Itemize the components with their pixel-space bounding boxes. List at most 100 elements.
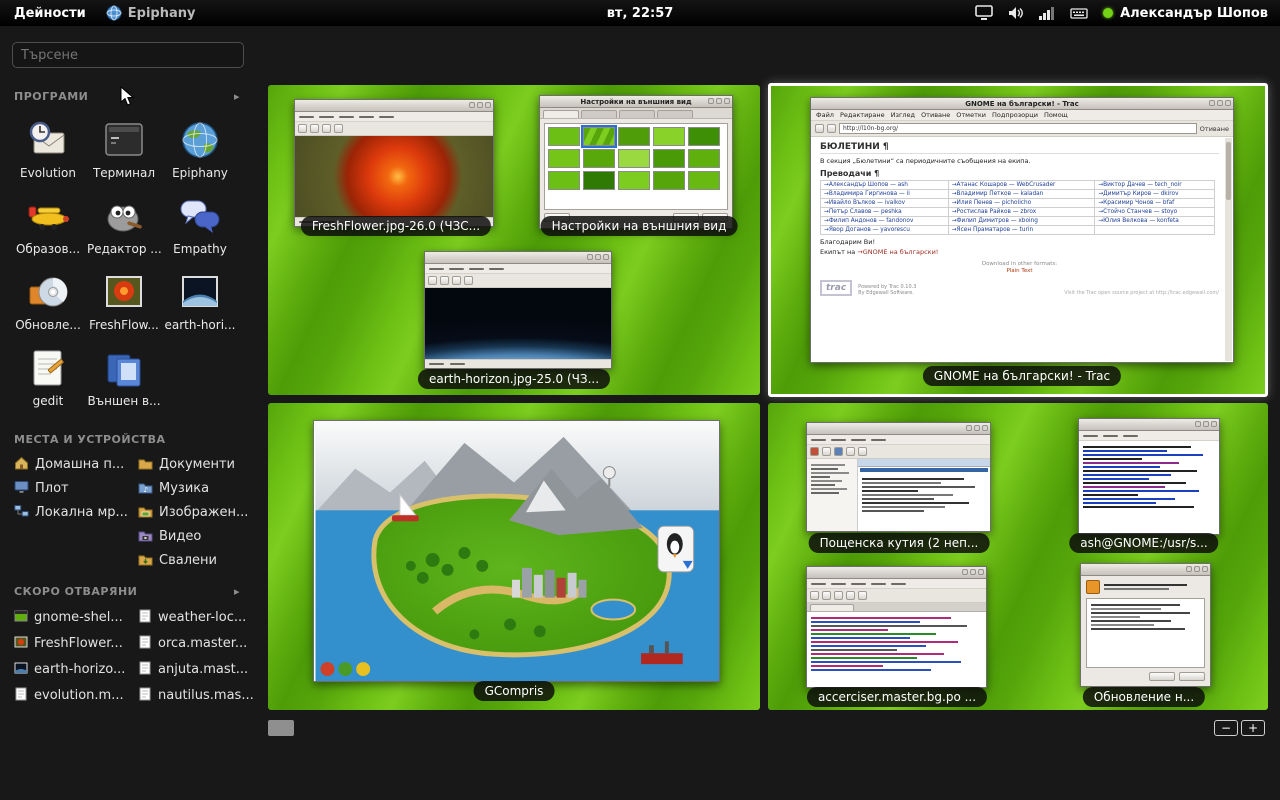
scrollbar[interactable] — [1225, 138, 1232, 361]
team-link[interactable]: →GNOME на български! — [857, 248, 938, 256]
back-button[interactable] — [815, 124, 824, 133]
window-gedit[interactable] — [806, 566, 987, 688]
menu-item[interactable]: Редактиране — [840, 111, 885, 119]
translator-cell[interactable]: →Филип Димитров — xboing — [948, 217, 1095, 226]
recent-item[interactable]: earth-horizo... — [14, 656, 134, 682]
update-package-list[interactable] — [1086, 598, 1205, 668]
go-button[interactable]: Отиване — [1200, 125, 1229, 133]
wallpaper-thumbnail-grid[interactable] — [544, 123, 728, 210]
keyboard-icon[interactable] — [1070, 7, 1088, 20]
workspace-3[interactable]: GCompris — [268, 403, 760, 710]
recent-item[interactable]: evolution.m... — [14, 682, 134, 708]
window-trac-browser[interactable]: GNOME на български! - Trac Файл Редактир… — [810, 97, 1234, 363]
place-home[interactable]: Домашна п... — [14, 452, 134, 476]
translator-cell[interactable]: →Явор Доганов — yavorescu — [821, 226, 949, 235]
window-buttons[interactable] — [708, 98, 730, 104]
address-bar[interactable]: http://l10n-bg.org/ — [839, 123, 1197, 134]
window-terminal[interactable] — [1078, 418, 1220, 535]
toolbar[interactable] — [807, 589, 986, 603]
workspace-1[interactable]: Настройки на външния вид FreshFlower.jpg… — [268, 85, 760, 395]
app-evolution[interactable]: Evolution — [10, 112, 86, 188]
place-documents[interactable]: Документи — [138, 452, 258, 476]
translator-cell[interactable] — [1095, 226, 1215, 235]
message-list-header[interactable] — [858, 459, 990, 467]
menu-item[interactable]: Подпрозорци — [992, 111, 1038, 119]
window-buttons[interactable] — [1195, 421, 1217, 427]
folder-tree[interactable] — [807, 459, 858, 531]
window-titlebar[interactable] — [1081, 564, 1210, 576]
selected-message-row[interactable] — [860, 468, 988, 472]
volume-icon[interactable] — [1008, 6, 1024, 20]
recent-item[interactable]: gnome-shel... — [14, 604, 134, 630]
menu-bar[interactable] — [807, 435, 990, 445]
window-freshflower-viewer[interactable] — [294, 99, 494, 227]
app-terminal[interactable]: Терминал — [86, 112, 162, 188]
display-icon[interactable] — [975, 5, 993, 21]
app-gcompris[interactable]: Образов... — [10, 188, 86, 264]
remove-workspace-button[interactable]: − — [1214, 720, 1238, 736]
menu-bar[interactable] — [807, 579, 986, 589]
workspace-4[interactable]: Пощенска кутия (2 неп... ash@GNOME:/usr/… — [768, 403, 1268, 710]
window-buttons[interactable] — [966, 425, 988, 431]
window-titlebar[interactable]: GNOME на български! - Trac — [811, 98, 1233, 110]
translator-cell[interactable]: →Филип Андонов — fandonov — [821, 217, 949, 226]
message-list[interactable] — [858, 473, 990, 531]
add-workspace-button[interactable]: + — [1241, 720, 1265, 736]
window-titlebar[interactable] — [807, 423, 990, 435]
window-titlebar[interactable]: Настройки на външния вид — [540, 96, 732, 108]
translator-cell[interactable]: →Стойчо Станчев — stoyo — [1095, 208, 1215, 217]
dialog-button[interactable] — [1179, 672, 1205, 681]
translator-cell[interactable]: →Атанас Кошаров — WebCrusader — [948, 181, 1095, 190]
translator-cell[interactable]: →Илия Пенев — picholicho — [948, 199, 1095, 208]
app-empathy[interactable]: Empathy — [162, 188, 238, 264]
network-signal-icon[interactable] — [1039, 7, 1055, 20]
menu-item[interactable]: Изглед — [891, 111, 915, 119]
app-software-update[interactable]: Обновле... — [10, 264, 86, 340]
translator-cell[interactable]: →Владимир Петков — kaladan — [948, 190, 1095, 199]
app-epiphany[interactable]: Epiphany — [162, 112, 238, 188]
window-buttons[interactable] — [1186, 566, 1208, 572]
tab-bar[interactable] — [807, 603, 986, 612]
window-update-manager[interactable] — [1080, 563, 1211, 687]
translator-cell[interactable]: →Александър Шопов — ash — [821, 181, 949, 190]
app-external-displays[interactable]: Външен в... — [86, 340, 162, 416]
app-freshflower-image[interactable]: FreshFlow... — [86, 264, 162, 340]
browser-menu-bar[interactable]: Файл Редактиране Изглед Отиване Отметки … — [811, 110, 1233, 121]
menu-item[interactable]: Отиване — [921, 111, 950, 119]
clock[interactable]: вт, 22:57 — [607, 6, 674, 21]
window-titlebar[interactable] — [425, 252, 611, 264]
reload-button[interactable] — [827, 124, 836, 133]
translator-cell[interactable]: →Красимир Чонов — bfaf — [1095, 199, 1215, 208]
toolbar[interactable] — [295, 122, 493, 136]
recent-item[interactable]: nautilus.mas... — [138, 682, 258, 708]
place-downloads[interactable]: Свалени — [138, 548, 258, 572]
search-input[interactable] — [12, 42, 244, 68]
translator-cell[interactable]: →Юлия Велкова — konfeta — [1095, 217, 1215, 226]
window-earth-viewer[interactable] — [424, 251, 612, 369]
menu-bar[interactable] — [1079, 431, 1219, 441]
place-pictures[interactable]: Изображен... — [138, 500, 258, 524]
dialog-buttons[interactable] — [1081, 672, 1210, 686]
expand-arrow-icon[interactable]: ▸ — [234, 90, 240, 103]
user-menu[interactable]: Александър Шопов — [1103, 6, 1268, 21]
toolbar[interactable] — [807, 445, 990, 459]
place-music[interactable]: ♪ Музика — [138, 476, 258, 500]
translator-cell[interactable]: →Ивайло Вълков — ivalkov — [821, 199, 949, 208]
window-buttons[interactable] — [962, 569, 984, 575]
window-buttons[interactable] — [1209, 100, 1231, 106]
recent-item[interactable]: FreshFlower... — [14, 630, 134, 656]
translator-cell[interactable]: →Владимира Гиргинова — ii — [821, 190, 949, 199]
menu-bar[interactable] — [425, 264, 611, 274]
activities-button[interactable]: Дейности — [0, 0, 100, 26]
window-appearance-settings[interactable]: Настройки на външния вид — [539, 95, 733, 229]
place-desktop[interactable]: Плот — [14, 476, 134, 500]
translator-cell[interactable]: →Димитър Киров — dkirov — [1095, 190, 1215, 199]
workspace-2-active[interactable]: GNOME на български! - Trac Файл Редактир… — [768, 83, 1268, 397]
window-evolution-mail[interactable] — [806, 422, 991, 532]
menu-item[interactable]: Помощ — [1044, 111, 1068, 119]
editor-text[interactable] — [807, 612, 986, 687]
window-buttons[interactable] — [469, 102, 491, 108]
window-titlebar[interactable] — [1079, 419, 1219, 431]
plain-text-link[interactable]: Plain Text — [820, 268, 1219, 274]
toolbar[interactable] — [425, 274, 611, 288]
